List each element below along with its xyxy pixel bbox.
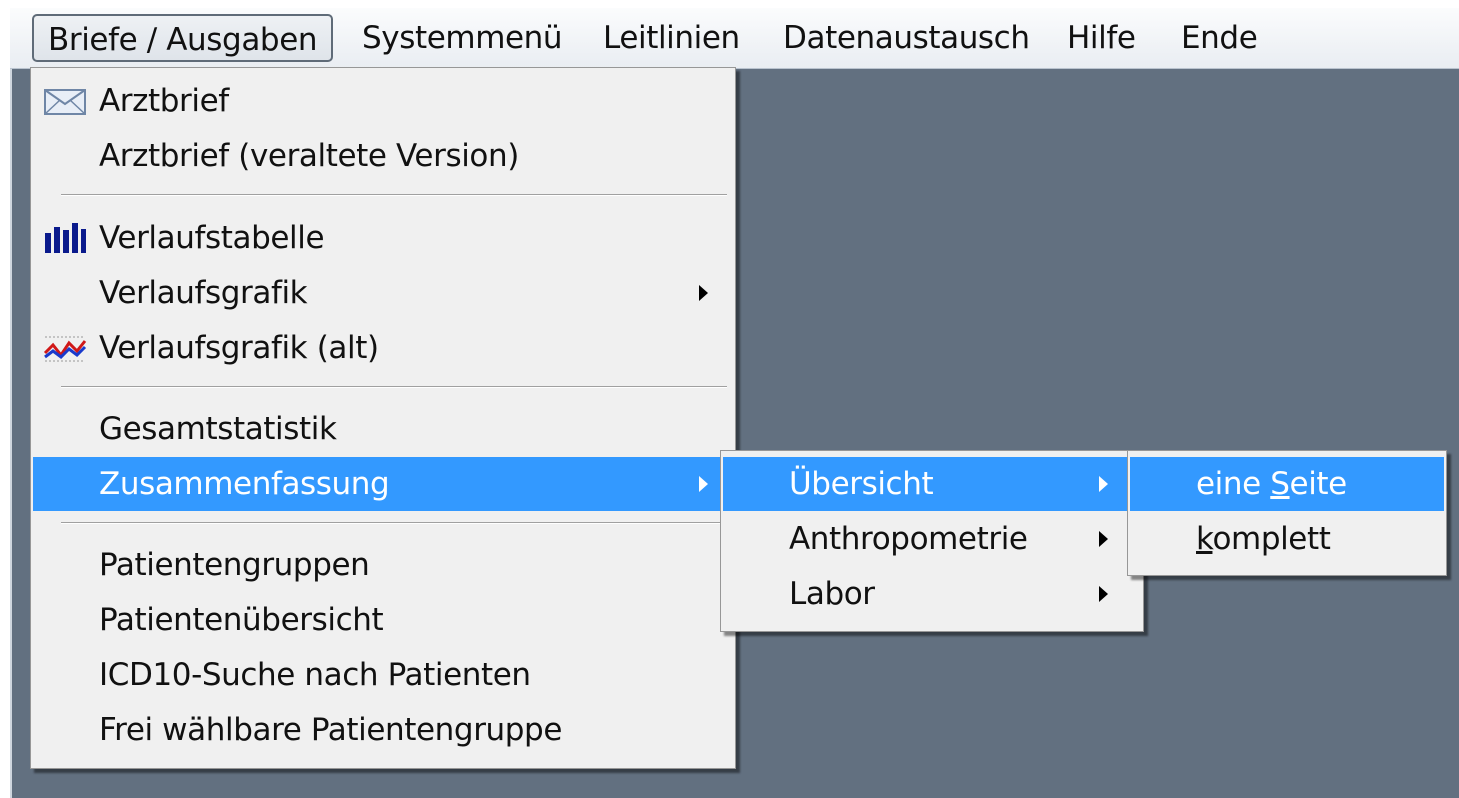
menu-item-labor[interactable]: Labor — [723, 567, 1141, 621]
submenu-arrow-icon — [1099, 476, 1108, 492]
submenu-arrow-icon — [699, 476, 708, 492]
bar-chart-icon — [45, 223, 86, 253]
line-chart-icon — [43, 336, 87, 362]
menu-item-uebersicht[interactable]: Übersicht — [723, 457, 1141, 511]
menu-item-label: Verlaufsgrafik (alt) — [99, 330, 379, 366]
menu-item-label: Verlaufstabelle — [99, 220, 325, 256]
menu-item-verlaufsgrafik-alt[interactable]: Verlaufsgrafik (alt) — [33, 321, 733, 375]
menu-ende[interactable]: Ende — [1167, 14, 1271, 62]
menu-item-verlaufsgrafik[interactable]: Verlaufsgrafik — [33, 266, 733, 320]
menu-leitlinien[interactable]: Leitlinien — [589, 14, 754, 62]
menu-item-icd10-suche[interactable]: ICD10-Suche nach Patienten — [33, 648, 733, 702]
menu-separator — [61, 194, 727, 196]
menu-item-arztbrief-veraltet[interactable]: Arztbrief (veraltete Version) — [33, 129, 733, 183]
menu-item-label: Anthropometrie — [789, 521, 1028, 557]
menu-item-label: Gesamtstatistik — [99, 411, 337, 447]
menu-item-label: Übersicht — [789, 466, 934, 502]
menu-separator — [61, 522, 727, 524]
menu-briefe-ausgaben[interactable]: Briefe / Ausgaben — [32, 14, 334, 62]
menu-separator — [61, 386, 727, 388]
menu-item-zusammenfassung[interactable]: Zusammenfassung — [33, 457, 733, 511]
submenu-arrow-icon — [1099, 586, 1108, 602]
menu-systemmenue[interactable]: Systemmenü — [348, 14, 576, 62]
menu-item-label: komplett — [1196, 521, 1331, 557]
menu-item-label: Patientenübersicht — [99, 602, 384, 638]
menu-item-eine-seite[interactable]: eine Seite — [1130, 457, 1444, 511]
submenu-arrow-icon — [699, 285, 708, 301]
menu-item-label: Arztbrief (veraltete Version) — [99, 138, 519, 174]
menu-item-label: Frei wählbare Patientengruppe — [99, 712, 563, 748]
menu-item-frei-waehlbare-gruppe[interactable]: Frei wählbare Patientengruppe — [33, 703, 733, 757]
menu-item-anthropometrie[interactable]: Anthropometrie — [723, 512, 1141, 566]
briefe-ausgaben-dropdown: Arztbrief Arztbrief (veraltete Version) … — [30, 67, 736, 769]
envelope-icon — [44, 89, 86, 115]
submenu-arrow-icon — [1099, 531, 1108, 547]
menu-item-arztbrief[interactable]: Arztbrief — [33, 74, 733, 128]
menu-item-patientengruppen[interactable]: Patientengruppen — [33, 538, 733, 592]
zusammenfassung-submenu: Übersicht Anthropometrie Labor — [720, 450, 1144, 632]
uebersicht-submenu: eine Seite komplett — [1127, 450, 1447, 576]
menu-item-label: Labor — [789, 576, 875, 612]
menu-item-komplett[interactable]: komplett — [1130, 512, 1444, 566]
menu-item-verlaufstabelle[interactable]: Verlaufstabelle — [33, 211, 733, 265]
menu-item-label: ICD10-Suche nach Patienten — [99, 657, 531, 693]
menu-item-label: Verlaufsgrafik — [99, 275, 308, 311]
menu-item-label: Zusammenfassung — [99, 466, 390, 502]
menu-bar: Briefe / Ausgaben Systemmenü Leitlinien … — [10, 8, 1459, 69]
menu-item-gesamtstatistik[interactable]: Gesamtstatistik — [33, 402, 733, 456]
menu-item-label: Patientengruppen — [99, 547, 370, 583]
menu-item-label: Arztbrief — [99, 83, 229, 119]
menu-hilfe[interactable]: Hilfe — [1053, 14, 1150, 62]
menu-item-label: eine Seite — [1196, 466, 1347, 502]
menu-datenaustausch[interactable]: Datenaustausch — [769, 14, 1044, 62]
menu-item-patientenuebersicht[interactable]: Patientenübersicht — [33, 593, 733, 647]
